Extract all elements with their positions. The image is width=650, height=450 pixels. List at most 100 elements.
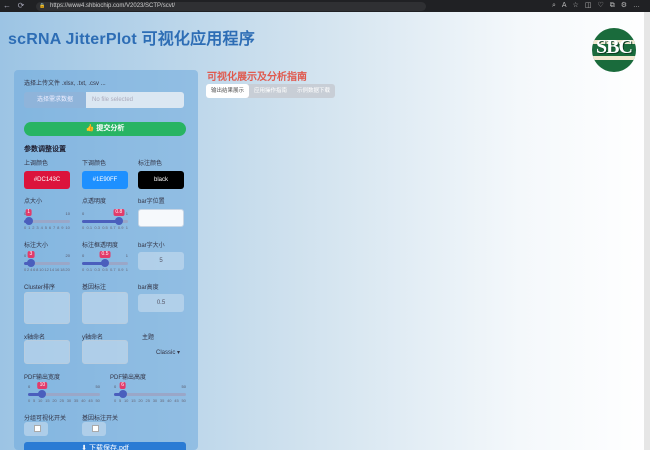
- cluster-order-textarea[interactable]: [24, 292, 70, 324]
- extensions-icon[interactable]: ⚙: [621, 0, 627, 12]
- slider-value-badge: 0.5: [99, 251, 111, 258]
- slider-tick-label: 1: [125, 225, 128, 230]
- slider-tick-label: 1: [125, 267, 128, 272]
- slider-value-badge: 6: [119, 382, 127, 389]
- slider-tick-label: 40: [167, 398, 172, 403]
- gene-toggle-label: 基因标注开关: [82, 416, 119, 422]
- slider-thumb[interactable]: [38, 390, 47, 398]
- slider-min-label: 0: [28, 384, 31, 389]
- reload-icon[interactable]: ⟳: [14, 0, 28, 12]
- url-text: https://www4.shbiochip.com/V2023/SCTP/sc…: [50, 2, 176, 9]
- gene-toggle-checkbox[interactable]: [92, 425, 99, 432]
- label-size-slider[interactable]: 0 20 3 0 2 4 6 8 10 12 14 16 18 20: [24, 251, 70, 272]
- address-bar[interactable]: 🔒 https://www4.shbiochip.com/V2023/SCTP/…: [36, 1, 426, 11]
- main-title: 可视化展示及分析指南: [207, 72, 307, 83]
- point-alpha-slider[interactable]: 0 1 0.8 0 0.1 0.3 0.5 0.7 0.9 1: [82, 209, 128, 230]
- slider-tick-label: 15: [131, 398, 136, 403]
- tab-operation-guide[interactable]: 应用操作指南: [249, 84, 292, 98]
- up-color-picker[interactable]: #DC143C: [24, 171, 70, 189]
- pdf-height-label: PDF输出高度: [110, 375, 147, 381]
- slider-thumb[interactable]: [118, 390, 127, 398]
- sbc-logo: SBC: [592, 28, 636, 72]
- pdf-height-slider[interactable]: 0 50 6 0 5 10 15 20 25 30 35 40 45 50: [114, 382, 186, 403]
- collections-icon[interactable]: ⧉: [610, 0, 615, 12]
- tab-sample-download[interactable]: 示例数据下载: [292, 84, 335, 98]
- slider-tick-label: 10: [39, 267, 44, 272]
- up-color-label: 上调颜色: [24, 161, 49, 167]
- slider-max-label: 50: [181, 384, 186, 389]
- slider-tick-label: 3: [36, 225, 39, 230]
- slider-thumb[interactable]: [24, 217, 33, 225]
- page-scrollbar[interactable]: [644, 12, 650, 450]
- more-icon[interactable]: …: [633, 0, 640, 12]
- slider-tick-label: 35: [73, 398, 79, 403]
- slider-tick-label: 5: [118, 398, 122, 403]
- slider-tick-label: 7: [52, 225, 56, 230]
- slider-tick-label: 45: [174, 398, 179, 403]
- slider-tick-label: 1: [28, 225, 31, 230]
- slider-tick-label: 0: [24, 267, 27, 272]
- down-color-label: 下调颜色: [82, 161, 107, 167]
- slider-value-badge: 0.8: [113, 209, 125, 216]
- slider-thumb[interactable]: [26, 259, 35, 267]
- browser-toolbar: ← ⟳ 🔒 https://www4.shbiochip.com/V2023/S…: [0, 0, 650, 12]
- slider-tick-label: 0: [114, 398, 117, 403]
- app-title: scRNA JitterPlot 可视化应用程序: [8, 31, 255, 48]
- slider-tick-label: 20: [65, 267, 70, 272]
- download-pdf-button[interactable]: ⬇ 下载保存.pdf: [24, 442, 186, 450]
- slider-ticks: 0 1 2 3 4 5 6 7 8 9 10: [24, 225, 70, 230]
- point-size-slider[interactable]: 0101012345678910: [24, 209, 70, 230]
- slider-tick-label: 0: [28, 398, 31, 403]
- slider-tick-label: 0.1: [86, 267, 93, 272]
- bar-top-input[interactable]: [138, 209, 184, 227]
- file-name-field: No file selected: [86, 92, 184, 108]
- bar-height-label: bar高度: [138, 285, 159, 291]
- slider-tick-label: 2: [32, 225, 35, 230]
- slider-tick-label: 9: [61, 225, 64, 230]
- slider-min-label: 0: [82, 253, 85, 258]
- slider-tick-label: 0.7: [110, 225, 116, 230]
- search-icon[interactable]: ⌕: [552, 0, 556, 12]
- read-aloud-icon[interactable]: A: [562, 0, 567, 12]
- slider-thumb[interactable]: [114, 217, 123, 225]
- down-color-picker[interactable]: #1E90FF: [82, 171, 128, 189]
- theme-value: Classic: [156, 350, 176, 356]
- y-axis-input[interactable]: [82, 340, 128, 364]
- tab-output-results[interactable]: 输出结果展示: [206, 84, 250, 98]
- label-alpha-slider[interactable]: 0 1 0.5 0 0.1 0.3 0.5 0.7 0.9 1: [82, 251, 128, 272]
- slider-tick-label: 30: [66, 398, 72, 403]
- slider-value-badge: 1: [25, 209, 32, 216]
- slider-thumb[interactable]: [101, 259, 109, 267]
- slider-ticks: 0 2 4 6 8 10 12 14 16 18 20: [24, 267, 70, 272]
- favorite-icon[interactable]: ☆: [573, 0, 579, 12]
- theme-select[interactable]: Classic ▾: [138, 346, 184, 360]
- sidebar-panel: 选择上传文件 .xlsx, .txt, .csv ... 选择需求数据 No f…: [14, 70, 198, 450]
- bar-size-input[interactable]: 5: [138, 252, 184, 270]
- browse-button[interactable]: 选择需求数据: [24, 92, 86, 108]
- logo-text: SBC: [596, 36, 633, 58]
- label-color-picker[interactable]: black: [138, 171, 184, 189]
- pdf-width-slider[interactable]: 0 50 10 0 5 10 15 20 25 30 35 40 45 50: [28, 382, 100, 403]
- app-container: scRNA JitterPlot 可视化应用程序 SBC 选择上传文件 .xls…: [0, 12, 650, 450]
- slider-max-label: 1: [125, 211, 128, 216]
- slider-max-label: 20: [65, 253, 70, 258]
- slider-tick-label: 8: [36, 267, 39, 272]
- back-icon[interactable]: ←: [0, 0, 14, 12]
- slider-tick-label: 0.9: [117, 267, 124, 272]
- bar-height-input[interactable]: 0.5: [138, 294, 184, 312]
- slider-tick-label: 40: [81, 398, 86, 403]
- x-axis-input[interactable]: [24, 340, 70, 364]
- group-toggle-checkbox[interactable]: [34, 425, 41, 432]
- label-size-label: 标注大小: [24, 243, 49, 249]
- favorites-icon[interactable]: ♡: [597, 0, 603, 12]
- label-alpha-label: 标注框透明度: [82, 243, 119, 249]
- slider-tick-label: 12: [44, 267, 49, 272]
- submit-analysis-button[interactable]: 👍 提交分析: [24, 122, 186, 136]
- gene-label-textarea[interactable]: [82, 292, 128, 324]
- slider-tick-label: 0: [82, 267, 85, 272]
- slider-tick-label: 0.9: [117, 225, 124, 230]
- gene-label-label: 基因标注: [82, 285, 107, 291]
- slider-ticks: 0 5 10 15 20 25 30 35 40 45 50: [28, 398, 100, 403]
- split-screen-icon[interactable]: ◫: [585, 0, 592, 12]
- slider-max-label: 10: [65, 211, 70, 216]
